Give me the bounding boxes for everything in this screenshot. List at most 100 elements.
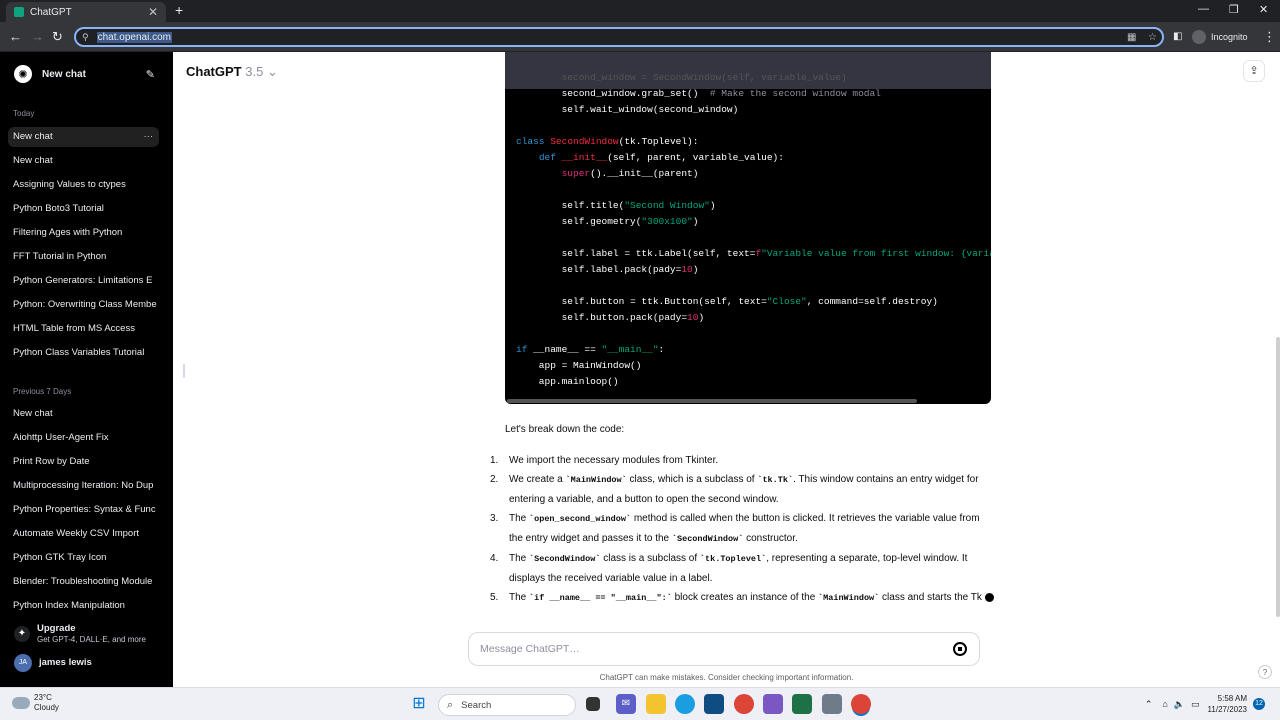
sidebar-chat-item[interactable]: Automate Weekly CSV Import <box>8 524 159 544</box>
temperature: 23°C <box>34 693 52 702</box>
close-tab-icon[interactable]: ✕ <box>148 5 158 19</box>
avatar: JA <box>14 654 32 672</box>
code-horizontal-scrollbar[interactable] <box>507 399 917 403</box>
help-icon[interactable]: ? <box>1258 665 1272 679</box>
excel-icon[interactable] <box>792 694 812 714</box>
windows-taskbar: 23°C Cloudy ⊞ ⌕ Search ✉ ⌃ ⌂ 🔈 ▭ 5:58 AM 1… <box>0 687 1280 720</box>
new-chat-button[interactable]: ✺ New chat ✎ <box>8 60 165 88</box>
url-text[interactable]: chat.openai.com <box>96 31 172 43</box>
chevron-down-icon: ⌄ <box>266 64 278 79</box>
file-explorer-icon[interactable] <box>646 694 666 714</box>
sidebar-chat-item[interactable]: Blender: Troubleshooting Module <box>8 572 159 592</box>
back-icon[interactable]: ← <box>9 29 22 44</box>
bookmark-star-icon[interactable]: ☆ <box>1148 32 1157 43</box>
list-item: 5. The `if __name__ == "__main__":` block… <box>490 588 995 608</box>
model-version: 3.5 <box>245 64 264 79</box>
maximize-icon[interactable]: ❐ <box>1229 3 1239 16</box>
code-block[interactable]: second_window = SecondWindow(self, varia… <box>505 52 991 404</box>
incognito-indicator[interactable]: Incognito <box>1192 30 1248 44</box>
weather-widget[interactable]: 23°C Cloudy <box>12 693 59 713</box>
reload-icon[interactable]: ↻ <box>52 29 63 45</box>
network-icon[interactable]: ⌂ <box>1162 699 1167 709</box>
main-vertical-scrollbar[interactable] <box>1276 337 1280 617</box>
sidebar-chat-item[interactable]: Filtering Ages with Python <box>8 223 159 243</box>
edit-icon[interactable]: ✎ <box>146 68 155 81</box>
address-bar[interactable]: ⚲ chat.openai.com ▦ ☆ <box>74 27 1164 47</box>
sidebar-chat-title: Multiprocessing Iteration: No Dup <box>13 480 154 491</box>
message-input[interactable]: Message ChatGPT… <box>468 632 980 666</box>
browser-tab[interactable]: ChatGPT ✕ <box>6 2 166 22</box>
section-previous-7-days: Previous 7 Days <box>13 387 72 396</box>
sidebar-chat-item[interactable]: HTML Table from MS Access <box>8 319 159 339</box>
sidebar-chat-item[interactable]: Aiohttp User-Agent Fix <box>8 428 159 448</box>
app-icon[interactable] <box>822 694 842 714</box>
search-label: Search <box>461 699 492 711</box>
sidebar-chat-item[interactable]: Python Boto3 Tutorial <box>8 199 159 219</box>
disclaimer: ChatGPT can make mistakes. Consider chec… <box>599 673 854 682</box>
message-placeholder: Message ChatGPT… <box>480 643 580 655</box>
forward-icon[interactable]: → <box>31 29 44 44</box>
sidebar-chat-item[interactable]: Assigning Values to ctypes <box>8 175 159 195</box>
chrome-icon[interactable] <box>734 694 754 714</box>
clock[interactable]: 5:58 AM 11/27/2023 <box>1208 693 1247 715</box>
taskbar-search[interactable]: ⌕ Search <box>438 694 576 716</box>
qr-icon[interactable]: ▦ <box>1127 32 1136 43</box>
battery-icon[interactable]: ▭ <box>1191 699 1200 710</box>
teams-chat-icon[interactable]: ✉ <box>616 694 636 714</box>
sidebar-chat-title: FFT Tutorial in Python <box>13 251 107 262</box>
list-item: 2. We create a `MainWindow` class, which … <box>490 474 979 505</box>
share-icon: ⇪ <box>1249 65 1259 77</box>
chatgpt-favicon-icon <box>14 7 24 17</box>
user-menu[interactable]: JA james lewis <box>8 652 165 674</box>
upgrade-title: Upgrade <box>37 623 76 634</box>
sidebar-chat-title: New chat <box>13 155 53 166</box>
upgrade-button[interactable]: ✦ Upgrade Get GPT-4, DALL·E, and more <box>8 620 165 648</box>
sidebar: ✺ New chat ✎ Today New chat ··· New chat As… <box>0 52 173 687</box>
address-toolbar: ← → ↻ ⚲ chat.openai.com ▦ ☆ ◧ Incognito … <box>0 22 1280 52</box>
sidebar-chat-item[interactable]: Python GTK Tray Icon <box>8 548 159 568</box>
window-close-icon[interactable]: ✕ <box>1259 3 1268 16</box>
vpn-icon[interactable] <box>763 694 783 714</box>
user-name: james lewis <box>39 657 92 668</box>
explanation-list: 1. We import the necessary modules from T… <box>490 451 995 608</box>
sidebar-chat-title: Blender: Troubleshooting Module <box>13 576 153 587</box>
volume-icon[interactable]: 🔈 <box>1174 699 1185 710</box>
task-view-icon[interactable] <box>586 697 600 711</box>
windows-start-icon[interactable]: ⊞ <box>409 694 429 714</box>
new-tab-button[interactable]: + <box>175 2 183 18</box>
typing-cursor-icon <box>984 592 994 602</box>
stop-generating-icon[interactable] <box>953 642 967 656</box>
sidebar-chat-item[interactable]: Python Properties: Syntax & Func <box>8 500 159 520</box>
sidebar-chat-item[interactable]: Python Class Variables Tutorial <box>8 343 159 363</box>
share-button[interactable]: ⇪ <box>1243 60 1265 82</box>
site-info-icon[interactable]: ⚲ <box>82 32 89 43</box>
more-options-icon[interactable]: ··· <box>144 127 154 147</box>
sidebar-chat-item[interactable]: Python: Overwriting Class Membe <box>8 295 159 315</box>
sidebar-chat-item[interactable]: New chat <box>8 404 159 424</box>
chat-main: ChatGPT 3.5 ⌄ ⇪ second_window = SecondWi… <box>173 52 1280 687</box>
chevron-up-icon[interactable]: ⌃ <box>1145 699 1153 710</box>
notification-badge[interactable]: 12 <box>1253 698 1265 710</box>
sidebar-chat-item[interactable]: Multiprocessing Iteration: No Dup <box>8 476 159 496</box>
chrome-active-icon[interactable] <box>851 694 871 714</box>
list-item: 3. The `open_second_window` method is cal… <box>490 513 980 544</box>
sidebar-chat-item[interactable]: Print Row by Date <box>8 452 159 472</box>
browser-menu-icon[interactable]: ⋮ <box>1263 29 1276 45</box>
new-chat-label: New chat <box>42 68 86 80</box>
edge-icon[interactable] <box>675 694 695 714</box>
sidebar-chat-title: Assigning Values to ctypes <box>13 179 126 190</box>
minimize-icon[interactable]: — <box>1198 3 1209 15</box>
sidebar-chat-item[interactable]: New chat <box>8 151 159 171</box>
list-item: 1. We import the necessary modules from T… <box>490 455 719 466</box>
store-icon[interactable] <box>704 694 724 714</box>
sidebar-toggle-handle[interactable] <box>183 364 185 378</box>
sidebar-chat-item[interactable]: New chat ··· <box>8 127 159 147</box>
sidebar-chat-item[interactable]: Python Index Manipulation <box>8 596 159 616</box>
side-panel-icon[interactable]: ◧ <box>1173 31 1182 42</box>
sidebar-chat-title: New chat <box>13 131 53 142</box>
sidebar-chat-title: New chat <box>13 408 53 419</box>
sidebar-chat-item[interactable]: Python Generators: Limitations E <box>8 271 159 291</box>
message-intro: Let's break down the code: <box>505 424 625 435</box>
sidebar-chat-item[interactable]: FFT Tutorial in Python <box>8 247 159 267</box>
model-selector[interactable]: ChatGPT 3.5 ⌄ <box>186 64 278 80</box>
